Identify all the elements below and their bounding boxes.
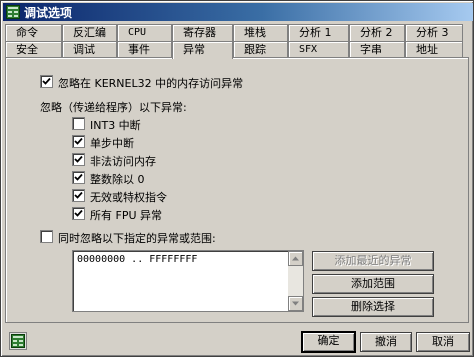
tab-row-front: 安全 调试 事件 异常 跟踪 SFX 字串 地址: [5, 41, 463, 59]
fpu-exceptions-label: 所有 FPU 异常: [90, 209, 163, 222]
ignore-ranges-checkbox[interactable]: [40, 230, 53, 243]
memory-access-checkbox[interactable]: [72, 153, 85, 166]
checkmark-icon: [74, 173, 83, 181]
tab-sfx[interactable]: SFX: [288, 41, 349, 58]
tab-events[interactable]: 事件: [117, 41, 172, 58]
checkmark-icon: [74, 137, 83, 145]
single-step-checkbox[interactable]: [72, 135, 85, 148]
tab-analysis-1[interactable]: 分析 1: [288, 24, 349, 41]
ignore-kernel32-checkbox[interactable]: [40, 75, 53, 88]
invalid-instruction-checkbox[interactable]: [72, 189, 85, 202]
scroll-down-button[interactable]: [288, 296, 303, 311]
checkmark-icon: [42, 77, 51, 85]
single-step-label: 单步中断: [90, 137, 134, 150]
tab-analysis-2[interactable]: 分析 2: [349, 24, 405, 41]
debugger-app-icon: [6, 5, 20, 19]
delete-selection-button[interactable]: 删除选择: [312, 297, 434, 317]
tab-trace[interactable]: 跟踪: [233, 41, 288, 58]
tab-debug[interactable]: 调试: [62, 41, 117, 58]
list-scrollbar[interactable]: [288, 251, 303, 311]
exceptions-panel: 忽略在 KERNEL32 中的内存访问异常 忽略（传递给程序）以下异常: INT…: [5, 57, 469, 323]
tab-analysis-3[interactable]: 分析 3: [405, 24, 463, 41]
exception-ranges-list[interactable]: 00000000 .. FFFFFFFF: [72, 250, 304, 312]
tab-row-back: 命令 反汇编 CPU 寄存器 堆栈 分析 1 分析 2 分析 3: [5, 24, 463, 41]
checkmark-icon: [74, 209, 83, 217]
divide-by-zero-label: 整数除以 0: [90, 173, 145, 186]
memory-access-label: 非法访问内存: [90, 155, 156, 168]
int3-checkbox[interactable]: [72, 117, 85, 130]
dialog-footer: 确定 撤消 取消: [3, 329, 473, 355]
ignore-ranges-label: 同时忽略以下指定的异常或范围:: [58, 232, 216, 245]
window-title: 调试选项: [24, 5, 73, 20]
ignore-kernel32-label: 忽略在 KERNEL32 中的内存访问异常: [58, 77, 244, 90]
add-range-button[interactable]: 添加范围: [312, 274, 434, 294]
list-item[interactable]: 00000000 .. FFFFFFFF: [77, 254, 197, 265]
cancel-button[interactable]: 取消: [416, 332, 470, 352]
tab-disassembly[interactable]: 反汇编: [62, 24, 117, 41]
invalid-instruction-label: 无效或特权指令: [90, 191, 167, 204]
debugger-app-icon: [9, 332, 27, 350]
tab-strings[interactable]: 字串: [349, 41, 405, 58]
tab-command[interactable]: 命令: [5, 24, 62, 41]
checkmark-icon: [74, 191, 83, 199]
title-bar[interactable]: 调试选项: [3, 3, 473, 21]
tab-cpu[interactable]: CPU: [117, 24, 172, 41]
ignore-group-label: 忽略（传递给程序）以下异常:: [40, 101, 187, 114]
tab-security[interactable]: 安全: [5, 41, 62, 58]
int3-label: INT3 中断: [90, 119, 141, 132]
add-last-exception-button[interactable]: 添加最近的异常: [312, 251, 434, 271]
debug-options-window: 调试选项 命令 反汇编 CPU 寄存器 堆栈 分析 1 分析 2 分析 3 安全…: [0, 0, 474, 357]
checkmark-icon: [74, 155, 83, 163]
tab-addresses[interactable]: 地址: [405, 41, 463, 58]
undo-button[interactable]: 撤消: [360, 332, 412, 352]
scroll-up-button[interactable]: [288, 251, 303, 266]
arrow-up-icon: [292, 256, 299, 261]
arrow-down-icon: [292, 301, 299, 306]
ok-button[interactable]: 确定: [301, 331, 356, 353]
tab-registers[interactable]: 寄存器: [172, 24, 233, 41]
tab-exceptions[interactable]: 异常: [172, 41, 233, 59]
divide-by-zero-checkbox[interactable]: [72, 171, 85, 184]
tab-stack[interactable]: 堆栈: [233, 24, 288, 41]
fpu-exceptions-checkbox[interactable]: [72, 207, 85, 220]
